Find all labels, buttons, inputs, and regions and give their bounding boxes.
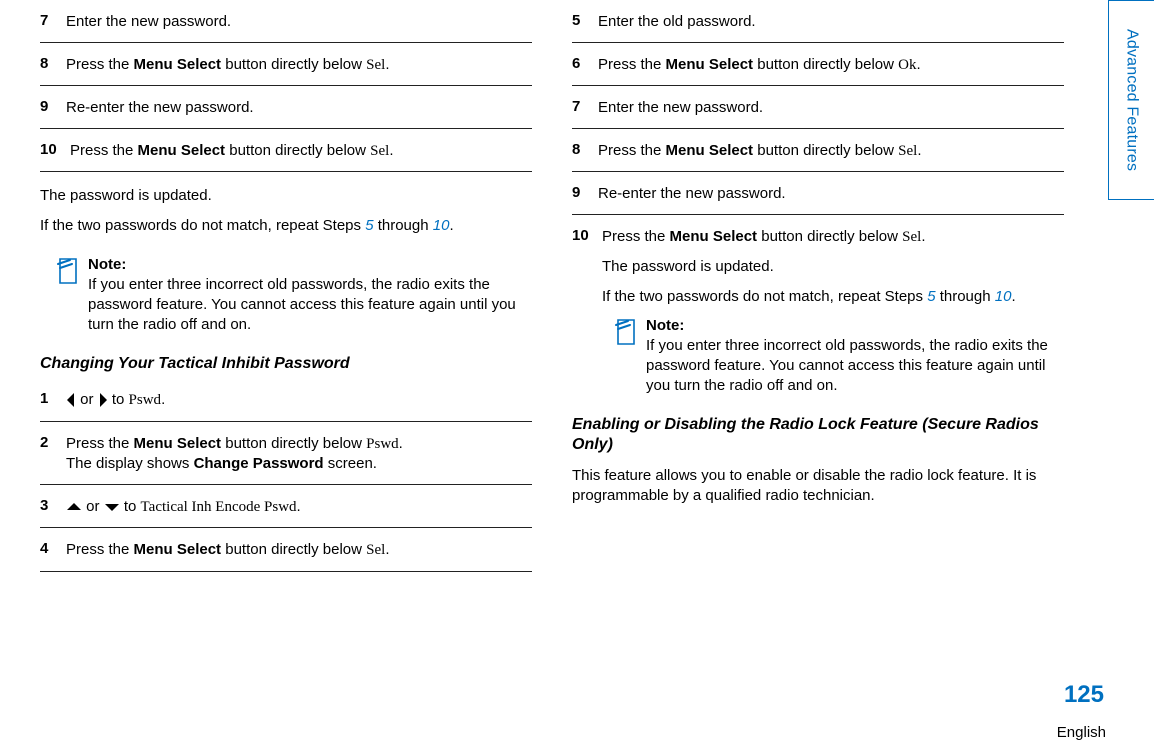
side-tab: Advanced Features xyxy=(1108,0,1154,200)
step-row: 8 Press the Menu Select button directly … xyxy=(572,129,1064,173)
step-row: 8 Press the Menu Select button directly … xyxy=(40,43,532,87)
page-number: 125 xyxy=(1064,681,1104,709)
step-number: 9 xyxy=(572,184,598,201)
step-row: 5 Enter the old password. xyxy=(572,0,1064,43)
step-link[interactable]: 10 xyxy=(433,217,450,234)
step-row: 6 Press the Menu Select button directly … xyxy=(572,43,1064,87)
step-text: Press the Menu Select button directly be… xyxy=(598,55,1064,76)
step-number: 2 xyxy=(40,434,66,451)
section-title: Enabling or Disabling the Radio Lock Fea… xyxy=(572,409,1064,461)
step-row: 9 Re-enter the new password. xyxy=(572,172,1064,215)
step-text: Press the Menu Select button directly be… xyxy=(66,55,532,76)
step-text: Press the Menu Select button directly be… xyxy=(66,540,532,561)
right-arrow-icon xyxy=(98,392,108,408)
step-number: 1 xyxy=(40,390,66,407)
note-title: Note: xyxy=(646,317,684,334)
step-number: 8 xyxy=(572,141,598,158)
step-result-block: The password is updated. If the two pass… xyxy=(572,257,1064,308)
step-text: Enter the new password. xyxy=(598,98,1064,118)
step-row: 7 Enter the new password. xyxy=(40,0,532,43)
step-number: 10 xyxy=(572,227,602,248)
note-body: If you enter three incorrect old passwor… xyxy=(646,337,1048,395)
step-link[interactable]: 5 xyxy=(927,288,935,305)
mismatch-text: If the two passwords do not match, repea… xyxy=(40,216,532,236)
language-label: English xyxy=(1057,724,1106,741)
step-number: 5 xyxy=(572,12,598,29)
step-number: 6 xyxy=(572,55,598,72)
step-link[interactable]: 5 xyxy=(365,217,373,234)
step-text: Enter the new password. xyxy=(66,12,532,32)
step-text: Enter the old password. xyxy=(598,12,1064,32)
step-row: 7 Enter the new password. xyxy=(572,86,1064,129)
note-block: Note: If you enter three incorrect old p… xyxy=(572,308,1064,409)
mismatch-text: If the two passwords do not match, repea… xyxy=(602,287,1064,307)
step-row: 10 Press the Menu Select button directly… xyxy=(40,129,532,173)
step-text: Press the Menu Select button directly be… xyxy=(602,227,1064,248)
step-text: Press the Menu Select button directly be… xyxy=(66,434,532,474)
step-text: or to Tactical Inh Encode Pswd. xyxy=(66,497,532,518)
step-number: 10 xyxy=(40,141,70,158)
step-row: 4 Press the Menu Select button directly … xyxy=(40,528,532,572)
step-text: or to Pswd. xyxy=(66,390,532,411)
result-text: The password is updated. xyxy=(602,257,1064,277)
step-text: Press the Menu Select button directly be… xyxy=(598,141,1064,162)
step-number: 8 xyxy=(40,55,66,72)
side-tab-label: Advanced Features xyxy=(1123,29,1141,171)
step-link[interactable]: 10 xyxy=(995,288,1012,305)
step-row: 3 or to Tactical Inh Encode Pswd. xyxy=(40,485,532,529)
step-row: 9 Re-enter the new password. xyxy=(40,86,532,129)
step-text: Press the Menu Select button directly be… xyxy=(70,141,532,162)
step-number: 7 xyxy=(572,98,598,115)
down-arrow-icon xyxy=(104,502,120,512)
step-number: 4 xyxy=(40,540,66,557)
note-icon xyxy=(612,316,646,350)
section-title: Changing Your Tactical Inhibit Password xyxy=(40,348,532,379)
note-title: Note: xyxy=(88,256,126,273)
left-column: 7 Enter the new password. 8 Press the Me… xyxy=(40,0,552,749)
step-number: 3 xyxy=(40,497,66,514)
note-block: Note: If you enter three incorrect old p… xyxy=(40,247,532,348)
step-row: 10 Press the Menu Select button directly… xyxy=(572,215,1064,409)
up-arrow-icon xyxy=(66,502,82,512)
step-row: 2 Press the Menu Select button directly … xyxy=(40,422,532,485)
step-number: 9 xyxy=(40,98,66,115)
after-steps: The password is updated. If the two pass… xyxy=(40,172,532,247)
step-text: Re-enter the new password. xyxy=(66,98,532,118)
step-text: Re-enter the new password. xyxy=(598,184,1064,204)
note-body: If you enter three incorrect old passwor… xyxy=(88,276,516,334)
step-row: 1 or to Pswd. xyxy=(40,378,532,422)
section-paragraph: This feature allows you to enable or dis… xyxy=(572,460,1064,517)
result-text: The password is updated. xyxy=(40,186,532,206)
right-column: 5 Enter the old password. 6 Press the Me… xyxy=(552,0,1094,749)
step-number: 7 xyxy=(40,12,66,29)
note-icon xyxy=(54,255,88,289)
left-arrow-icon xyxy=(66,392,76,408)
